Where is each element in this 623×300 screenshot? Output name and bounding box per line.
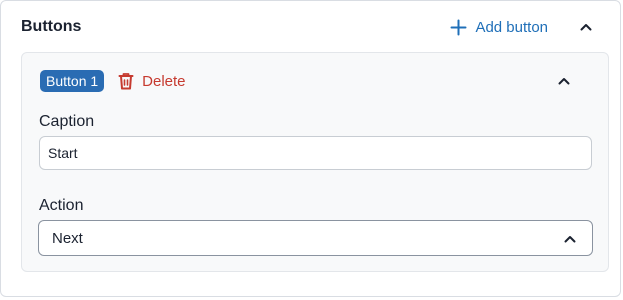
- action-label: Action: [39, 197, 84, 214]
- add-button[interactable]: Add button: [450, 15, 548, 39]
- buttons-panel: Buttons Add button Button 1 Delete Capti…: [0, 0, 621, 297]
- trash-icon: [118, 73, 134, 90]
- action-select[interactable]: Next: [38, 220, 593, 256]
- button-card: Button 1 Delete Caption Action Next: [21, 52, 609, 272]
- button-badge: Button 1: [40, 70, 105, 92]
- panel-header: Buttons Add button: [21, 15, 606, 39]
- panel-title: Buttons: [21, 18, 82, 35]
- delete-button-label: Delete: [142, 72, 186, 90]
- caption-label: Caption: [39, 113, 95, 130]
- action-selected-value: Next: [52, 229, 83, 247]
- add-button-label: Add button: [475, 18, 548, 36]
- chevron-up-icon[interactable]: [556, 73, 572, 89]
- caption-input[interactable]: [39, 136, 592, 170]
- chevron-up-icon[interactable]: [578, 19, 594, 35]
- button-card-header: Button 1 Delete: [40, 69, 592, 93]
- chevron-up-icon: [562, 231, 578, 251]
- plus-icon: [450, 19, 467, 35]
- delete-button[interactable]: Delete: [118, 72, 186, 90]
